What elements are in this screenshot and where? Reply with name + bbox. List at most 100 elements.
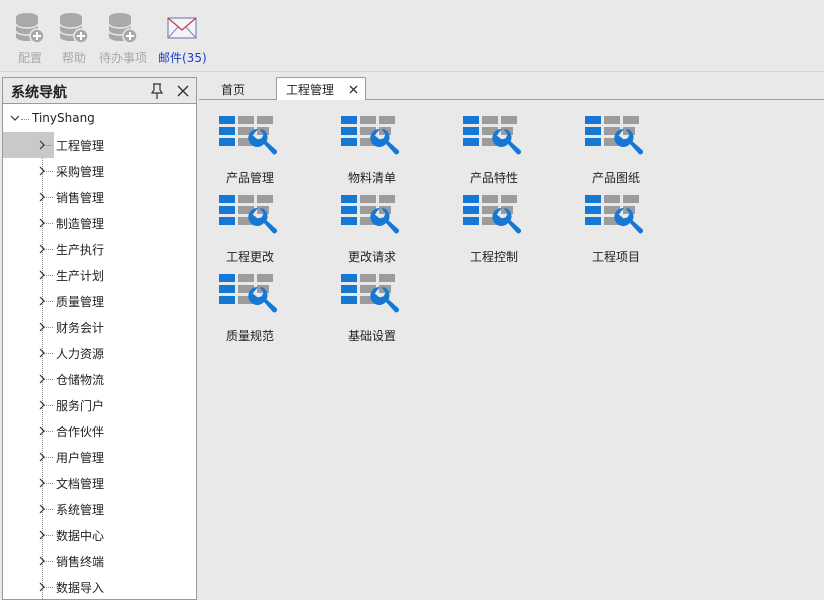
tree-root[interactable]: TinyShang (3, 106, 196, 132)
module-tile[interactable]: 质量规范 (200, 274, 300, 350)
sidebar-item[interactable]: 制造管理 (3, 210, 196, 236)
chevron-right-icon[interactable] (39, 192, 46, 202)
chevron-right-icon[interactable] (39, 270, 46, 280)
tab-label: 首页 (221, 83, 246, 97)
chevron-right-icon[interactable] (39, 478, 46, 488)
module-tile[interactable]: 更改请求 (322, 195, 422, 271)
module-tile[interactable]: 基础设置 (322, 274, 422, 350)
tile-label: 工程项目 (591, 250, 640, 264)
sidebar-item-label: 服务门户 (56, 399, 105, 413)
sidebar-item[interactable]: 用户管理 (3, 444, 196, 470)
chevron-right-icon[interactable] (39, 504, 46, 514)
module-tile[interactable]: 产品特性 (444, 116, 544, 192)
sidebar-item-label: 销售终端 (56, 555, 105, 569)
sidebar-item-label: 生产执行 (56, 243, 105, 257)
tile-label: 物料清单 (347, 171, 396, 185)
tile-label: 工程控制 (469, 250, 518, 264)
tile-label: 产品管理 (225, 171, 274, 185)
tile-label: 工程更改 (225, 250, 274, 264)
todo-button[interactable]: 待办事项 (99, 12, 147, 68)
grid-wrench-icon (585, 195, 647, 241)
sidebar-item-label: 生产计划 (56, 269, 105, 283)
config-button[interactable]: 配置 (14, 12, 46, 68)
chevron-right-icon[interactable] (39, 374, 46, 384)
toolbar: 配置 帮助 待办事项 邮件(35) (0, 0, 824, 72)
pin-icon[interactable] (150, 83, 164, 99)
chevron-right-icon[interactable] (39, 166, 46, 176)
sidebar-item-label: 工程管理 (56, 139, 105, 153)
tab-home[interactable]: 首页 (205, 77, 275, 100)
grid-wrench-icon (219, 274, 281, 320)
grid-wrench-icon (341, 274, 403, 320)
grid-wrench-icon (219, 116, 281, 162)
chevron-right-icon[interactable] (39, 140, 46, 150)
chevron-right-icon[interactable] (39, 530, 46, 540)
help-label: 帮助 (61, 51, 86, 65)
sidebar-item[interactable]: 销售终端 (3, 548, 196, 574)
nav-title: 系统导航 (11, 85, 67, 101)
tree-root-label: TinyShang (32, 111, 95, 125)
sidebar-item[interactable]: 采购管理 (3, 158, 196, 184)
chevron-right-icon[interactable] (39, 322, 46, 332)
tab-engineering[interactable]: 工程管理 (276, 77, 366, 101)
sidebar-item[interactable]: 数据中心 (3, 522, 196, 548)
sidebar-item-label: 制造管理 (56, 217, 105, 231)
sidebar-item[interactable]: 合作伙伴 (3, 418, 196, 444)
database-add-icon (14, 12, 46, 44)
module-tile[interactable]: 工程更改 (200, 195, 300, 271)
sidebar-item-label: 合作伙伴 (56, 425, 105, 439)
sidebar-item[interactable]: 生产计划 (3, 262, 196, 288)
chevron-right-icon[interactable] (39, 426, 46, 436)
tile-label: 产品图纸 (591, 171, 640, 185)
module-tile[interactable]: 产品图纸 (566, 116, 666, 192)
close-icon[interactable] (175, 83, 191, 99)
sidebar-item[interactable]: 文档管理 (3, 470, 196, 496)
chevron-right-icon[interactable] (39, 452, 46, 462)
sidebar-item[interactable]: 质量管理 (3, 288, 196, 314)
todo-label: 待办事项 (99, 51, 148, 65)
chevron-right-icon[interactable] (39, 348, 46, 358)
module-grid: 产品管理 物料清单 产品特性 产品图纸工程更改 更改请求 工程控制 工程项目质量规范 基础设置 (199, 100, 824, 600)
sidebar-item[interactable]: 财务会计 (3, 314, 196, 340)
sidebar-item[interactable]: 人力资源 (3, 340, 196, 366)
sidebar-item[interactable]: 生产执行 (3, 236, 196, 262)
chevron-right-icon[interactable] (39, 556, 46, 566)
sidebar-item[interactable]: 工程管理 (3, 132, 196, 158)
sidebar-item[interactable]: 系统管理 (3, 496, 196, 522)
sidebar-item[interactable]: 服务门户 (3, 392, 196, 418)
module-tile[interactable]: 工程项目 (566, 195, 666, 271)
tree-connector (21, 119, 29, 120)
sidebar-item-label: 系统管理 (56, 503, 105, 517)
sidebar-item-label: 文档管理 (56, 477, 105, 491)
sidebar-item[interactable]: 数据导入 (3, 574, 196, 599)
close-icon[interactable] (349, 85, 358, 94)
grid-wrench-icon (463, 195, 525, 241)
chevron-right-icon[interactable] (39, 244, 46, 254)
chevron-right-icon[interactable] (39, 296, 46, 306)
sidebar-item[interactable]: 销售管理 (3, 184, 196, 210)
module-tile[interactable]: 产品管理 (200, 116, 300, 192)
grid-wrench-icon (219, 195, 281, 241)
chevron-right-icon[interactable] (39, 218, 46, 228)
help-button[interactable]: 帮助 (58, 12, 90, 68)
chevron-right-icon[interactable] (39, 400, 46, 410)
mail-button[interactable]: 邮件(35) (158, 12, 207, 68)
grid-wrench-icon (585, 116, 647, 162)
chevron-right-icon[interactable] (39, 582, 46, 592)
sidebar-item-label: 质量管理 (56, 295, 105, 309)
sidebar-item-label: 采购管理 (56, 165, 105, 179)
tab-strip: 首页 工程管理 (199, 77, 824, 101)
module-tile[interactable]: 工程控制 (444, 195, 544, 271)
nav-header: 系统导航 (3, 78, 196, 104)
database-add-icon (107, 12, 139, 44)
database-add-icon (58, 12, 90, 44)
tab-label: 工程管理 (286, 83, 335, 97)
sidebar-item-label: 用户管理 (56, 451, 105, 465)
chevron-down-icon[interactable] (10, 115, 20, 122)
sidebar-item-label: 人力资源 (56, 347, 105, 361)
tile-label: 更改请求 (347, 250, 396, 264)
tile-label: 基础设置 (347, 329, 396, 343)
config-label: 配置 (17, 51, 42, 65)
module-tile[interactable]: 物料清单 (322, 116, 422, 192)
sidebar-item[interactable]: 仓储物流 (3, 366, 196, 392)
